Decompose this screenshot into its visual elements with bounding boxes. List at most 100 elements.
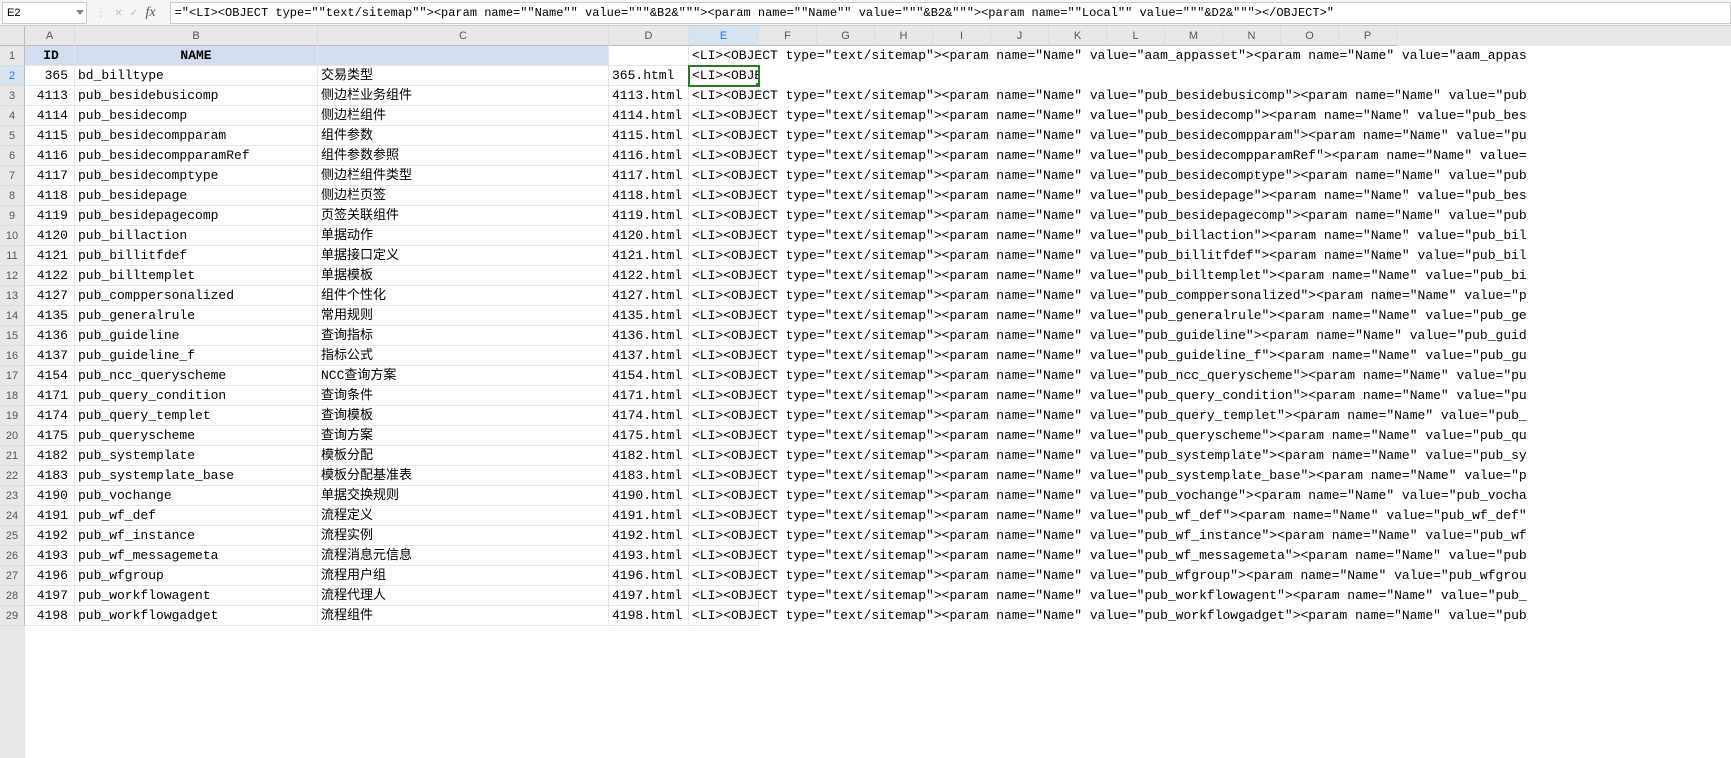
cell-desc[interactable]: 组件参数: [318, 126, 609, 146]
cell-id[interactable]: 4171: [25, 386, 75, 406]
row-header-6[interactable]: 6: [0, 146, 25, 166]
cell-desc[interactable]: 侧边栏组件类型: [318, 166, 609, 186]
formula-input[interactable]: ="<LI><OBJECT type=""text/sitemap""><par…: [170, 2, 1731, 24]
cell-id[interactable]: 4174: [25, 406, 75, 426]
cell-file[interactable]: 4171.html: [609, 386, 689, 406]
row-header-23[interactable]: 23: [0, 486, 25, 506]
cell-name[interactable]: pub_besidecomp: [75, 106, 318, 126]
cell-name[interactable]: pub_besidepagecomp: [75, 206, 318, 226]
cell-desc[interactable]: 单据接口定义: [318, 246, 609, 266]
cell-id[interactable]: 4197: [25, 586, 75, 606]
row-header-18[interactable]: 18: [0, 386, 25, 406]
cell-file[interactable]: 365.html: [609, 66, 689, 86]
row-header-14[interactable]: 14: [0, 306, 25, 326]
cell-desc[interactable]: 查询方案: [318, 426, 609, 446]
cell-file[interactable]: 4115.html: [609, 126, 689, 146]
row-header-24[interactable]: 24: [0, 506, 25, 526]
row-header-12[interactable]: 12: [0, 266, 25, 286]
cell-desc[interactable]: 组件个性化: [318, 286, 609, 306]
cell-name[interactable]: pub_besidecomptype: [75, 166, 318, 186]
cell-desc[interactable]: 查询条件: [318, 386, 609, 406]
column-header-F[interactable]: F: [759, 26, 817, 46]
cell-name[interactable]: pub_ncc_queryscheme: [75, 366, 318, 386]
cell[interactable]: [318, 46, 609, 66]
cell-file[interactable]: 4116.html: [609, 146, 689, 166]
cell-id[interactable]: 4192: [25, 526, 75, 546]
cell-name[interactable]: pub_queryscheme: [75, 426, 318, 446]
cell-desc[interactable]: 单据动作: [318, 226, 609, 246]
row-header-4[interactable]: 4: [0, 106, 25, 126]
cell-id[interactable]: 4122: [25, 266, 75, 286]
cell-formula-result[interactable]: <LI><OBJECT type="text/sitemap"><param n…: [689, 126, 759, 146]
cell-formula-result[interactable]: <LI><OBJECT type="text/sitemap"><param n…: [689, 566, 759, 586]
row-header-10[interactable]: 10: [0, 226, 25, 246]
column-header-J[interactable]: J: [991, 26, 1049, 46]
cell-formula-result[interactable]: <LI><OBJECT type="text/sitemap"><param n…: [689, 286, 759, 306]
column-header-B[interactable]: B: [75, 26, 318, 46]
cell-formula-result[interactable]: <LI><OBJECT type="text/sitemap"><param n…: [689, 206, 759, 226]
cell-id[interactable]: 4190: [25, 486, 75, 506]
cell[interactable]: [609, 46, 689, 66]
cell-desc[interactable]: 组件参数参照: [318, 146, 609, 166]
cell-formula-result[interactable]: <LI><OBJECT type="text/sitemap"><param n…: [689, 166, 759, 186]
cell-file[interactable]: 4197.html: [609, 586, 689, 606]
cell-file[interactable]: 4137.html: [609, 346, 689, 366]
cell-file[interactable]: 4114.html: [609, 106, 689, 126]
cell-id[interactable]: 4118: [25, 186, 75, 206]
row-header-16[interactable]: 16: [0, 346, 25, 366]
cell-desc[interactable]: 侧边栏业务组件: [318, 86, 609, 106]
row-header-27[interactable]: 27: [0, 566, 25, 586]
cell-name[interactable]: pub_vochange: [75, 486, 318, 506]
cell-id[interactable]: 4196: [25, 566, 75, 586]
row-header-21[interactable]: 21: [0, 446, 25, 466]
cell-name[interactable]: pub_systemplate_base: [75, 466, 318, 486]
cell-formula-result[interactable]: <LI><OBJE: [689, 66, 759, 86]
cell-desc[interactable]: 模板分配基准表: [318, 466, 609, 486]
column-header-I[interactable]: I: [933, 26, 991, 46]
cell-name[interactable]: pub_wf_def: [75, 506, 318, 526]
column-header-L[interactable]: L: [1107, 26, 1165, 46]
cell-formula-result[interactable]: <LI><OBJECT type="text/sitemap"><param n…: [689, 466, 759, 486]
cell-id[interactable]: 4127: [25, 286, 75, 306]
name-box[interactable]: E2: [2, 2, 87, 24]
cell-desc[interactable]: 交易类型: [318, 66, 609, 86]
cell-name[interactable]: pub_wf_instance: [75, 526, 318, 546]
cell-id[interactable]: 4113: [25, 86, 75, 106]
cell-id[interactable]: 4183: [25, 466, 75, 486]
cell-formula-result[interactable]: <LI><OBJECT type="text/sitemap"><param n…: [689, 366, 759, 386]
column-header-D[interactable]: D: [609, 26, 689, 46]
cell-desc[interactable]: 流程代理人: [318, 586, 609, 606]
cell-file[interactable]: 4135.html: [609, 306, 689, 326]
row-header-20[interactable]: 20: [0, 426, 25, 446]
cell-id[interactable]: 365: [25, 66, 75, 86]
cell-id[interactable]: 4193: [25, 546, 75, 566]
cell-formula-result[interactable]: <LI><OBJECT type="text/sitemap"><param n…: [689, 326, 759, 346]
cell-desc[interactable]: NCC查询方案: [318, 366, 609, 386]
cell-id[interactable]: 4116: [25, 146, 75, 166]
row-header-29[interactable]: 29: [0, 606, 25, 626]
select-all-corner[interactable]: [0, 26, 25, 46]
column-header-M[interactable]: M: [1165, 26, 1223, 46]
cell-file[interactable]: 4190.html: [609, 486, 689, 506]
column-header-C[interactable]: C: [318, 26, 609, 46]
cell-name[interactable]: pub_query_condition: [75, 386, 318, 406]
cell-id[interactable]: 4137: [25, 346, 75, 366]
cell-id[interactable]: 4117: [25, 166, 75, 186]
cell-formula-result[interactable]: <LI><OBJECT type="text/sitemap"><param n…: [689, 266, 759, 286]
cell-id[interactable]: 4120: [25, 226, 75, 246]
cell-id[interactable]: 4198: [25, 606, 75, 626]
cell-file[interactable]: 4174.html: [609, 406, 689, 426]
cell-name[interactable]: pub_besidepage: [75, 186, 318, 206]
column-header-N[interactable]: N: [1223, 26, 1281, 46]
column-header-E[interactable]: E: [689, 26, 759, 46]
cell-file[interactable]: 4192.html: [609, 526, 689, 546]
cell-file[interactable]: 4119.html: [609, 206, 689, 226]
cell-formula-result[interactable]: <LI><OBJECT type="text/sitemap"><param n…: [689, 426, 759, 446]
cell-name[interactable]: pub_comppersonalized: [75, 286, 318, 306]
row-header-8[interactable]: 8: [0, 186, 25, 206]
cell-name[interactable]: pub_besidecompparam: [75, 126, 318, 146]
row-header-26[interactable]: 26: [0, 546, 25, 566]
cell-formula-result[interactable]: <LI><OBJECT type="text/sitemap"><param n…: [689, 186, 759, 206]
cell-file[interactable]: 4118.html: [609, 186, 689, 206]
accept-icon[interactable]: ✓: [130, 5, 137, 20]
